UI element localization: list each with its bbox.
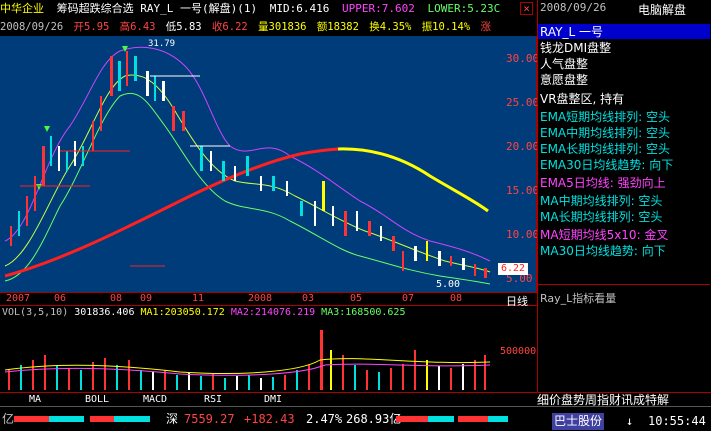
date-tick: 2008	[248, 293, 273, 304]
vol-ma1: MA1:203050.172	[140, 307, 225, 318]
tab-ma[interactable]: MA	[10, 393, 60, 407]
vol-ma1-line	[4, 358, 491, 374]
analysis-panel: 2008/09/26 电脑解盘 RAY_L 一号 钱龙DMI盘整 人气盘整 意愿…	[537, 0, 711, 406]
price-axis-label: 30.00	[506, 52, 540, 65]
date-tick: 08	[110, 293, 123, 304]
indicator-tabs: MA BOLL MACD RSI DMI	[0, 392, 537, 406]
index-amount: 268.93亿	[346, 412, 402, 426]
analysis-item[interactable]: MA30日均线趋势: 向下	[540, 244, 666, 258]
volume-panel[interactable]: VOL(3,5,10) 301836.406 MA1:203050.172 MA…	[0, 306, 537, 392]
price-chart-svg	[4, 46, 491, 285]
quote-turnover: 换4.35%	[369, 21, 412, 33]
panel-divider	[538, 284, 710, 285]
quote-bar: 2008/09/26 开5.95 高6.43 低5.83 收6.22 量3018…	[0, 18, 497, 36]
upper-band-line	[4, 46, 491, 262]
broker-name[interactable]: 巴士股份	[552, 413, 605, 430]
quote-volume: 量301836	[258, 21, 307, 33]
quote-amount: 额18382	[316, 21, 359, 33]
price-chart[interactable]: 30.00 25.00 20.00 15.00 10.00 5.00 6.22 …	[0, 36, 540, 292]
date-tick: 03	[302, 293, 315, 304]
analysis-item[interactable]: 意愿盘整	[540, 73, 588, 87]
quote-amplitude: 振10.14%	[421, 21, 471, 33]
current-price-tag: 6.22	[498, 263, 529, 275]
date-tick: 2007	[6, 293, 31, 304]
status-left-tail: 亿	[2, 412, 15, 426]
date-tick: 07	[402, 293, 415, 304]
analysis-item[interactable]: 人气盘整	[540, 57, 588, 71]
volume-axis-label: 500000	[500, 346, 537, 357]
date-tick: 09	[140, 293, 153, 304]
index-change: +182.43	[244, 412, 295, 426]
indicator-header: 中华企业 筹码超跌综合选 RAY_L 一号(解盘)(1) MID:6.416 U…	[0, 0, 537, 18]
analysis-item[interactable]: MA长期均线排列: 空头	[540, 210, 662, 224]
analysis-item[interactable]: VR盘整区, 持有	[540, 92, 624, 106]
long-ma-red-line	[4, 147, 339, 278]
function-menu[interactable]: 细价盘势周指财讯成特解	[537, 392, 711, 406]
date-tick: 11	[192, 293, 205, 304]
analysis-item[interactable]: EMA中期均线排列: 空头	[540, 126, 670, 140]
market-bar-left-2	[90, 416, 150, 422]
buy-signal-arrow-1	[36, 184, 42, 190]
volume-bars-svg	[4, 330, 491, 390]
status-bar: 亿 深 7559.27 +182.43 2.47% 268.93亿 巴士股份 ↓…	[0, 406, 711, 431]
analysis-item[interactable]: EMA5日均线: 强劲向上	[540, 176, 666, 190]
quote-date: 2008/09/26	[0, 21, 64, 33]
analysis-item[interactable]: MA短期均线5x10: 金叉	[540, 228, 668, 242]
analysis-item[interactable]: EMA30日均线趋势: 向下	[540, 158, 673, 172]
quote-high: 高6.43	[119, 21, 156, 33]
quote-open: 开5.95	[73, 21, 110, 33]
peak-price-tag: 31.79	[148, 39, 176, 49]
market-bar-left	[14, 416, 84, 422]
vol-value: 301836.406	[74, 307, 135, 318]
buy-signal-arrow-2	[44, 126, 50, 132]
quote-change: 涨	[480, 21, 491, 33]
index-value: 7559.27	[184, 412, 235, 426]
scroll-down-arrow[interactable]: ↓	[626, 413, 633, 430]
clock: 10:55:44	[648, 414, 706, 428]
mid-value: MID:6.416	[269, 2, 330, 15]
date-tick: 06	[54, 293, 67, 304]
tab-boll[interactable]: BOLL	[72, 393, 122, 407]
upper-value: UPPER:7.602	[341, 2, 415, 15]
market-bar-right	[396, 416, 454, 422]
market-bar-right-2	[458, 416, 508, 422]
tab-macd[interactable]: MACD	[130, 393, 180, 407]
panel-title: 电脑解盘	[638, 3, 687, 17]
tab-dmi[interactable]: DMI	[248, 393, 298, 407]
lower-band-line	[4, 92, 491, 285]
vol-ma2: MA2:214076.219	[230, 307, 316, 318]
date-axis: 2007 06 08 09 11 2008 03 05 07 08 日线	[0, 292, 537, 308]
date-tick: 05	[350, 293, 363, 304]
analysis-item[interactable]: 钱龙DMI盘整	[540, 41, 611, 55]
bottom-price-tag: 5.00	[436, 279, 461, 290]
date-tick: 08	[450, 293, 463, 304]
tab-rsi[interactable]: RSI	[188, 393, 238, 407]
indicator-title[interactable]: 筹码超跌综合选 RAY_L 一号(解盘)(1)	[57, 0, 257, 18]
price-axis-label: 25.00	[506, 96, 540, 109]
analysis-item[interactable]: MA中期均线排列: 空头	[540, 194, 662, 208]
analysis-item[interactable]: EMA长期均线排列: 空头	[540, 142, 670, 156]
volume-header: VOL(3,5,10) 301836.406 MA1:203050.172 MA…	[2, 307, 405, 318]
index-pct: 2.47%	[306, 412, 343, 426]
quote-low: 低5.83	[165, 21, 202, 33]
stock-name[interactable]: 中华企业	[0, 0, 44, 18]
volume-bars	[8, 330, 486, 390]
price-axis-label: 15.00	[506, 184, 540, 197]
panel-date: 2008/09/26	[540, 1, 607, 14]
quote-close: 收6.22	[211, 21, 248, 33]
analysis-item[interactable]: EMA短期均线排列: 空头	[540, 110, 670, 124]
analysis-item[interactable]: RAY_L 一号	[540, 25, 603, 39]
index-name: 深	[166, 412, 179, 426]
price-axis-label: 10.00	[506, 228, 540, 241]
panel-footer[interactable]: Ray_L指标看量	[540, 292, 616, 306]
price-axis-label: 20.00	[506, 140, 540, 153]
vol-title: VOL(3,5,10)	[2, 307, 69, 318]
close-icon[interactable]: ×	[520, 2, 533, 15]
vol-ma3: MA3:168500.625	[321, 307, 406, 318]
lower-value: LOWER:5.23C	[427, 2, 501, 15]
